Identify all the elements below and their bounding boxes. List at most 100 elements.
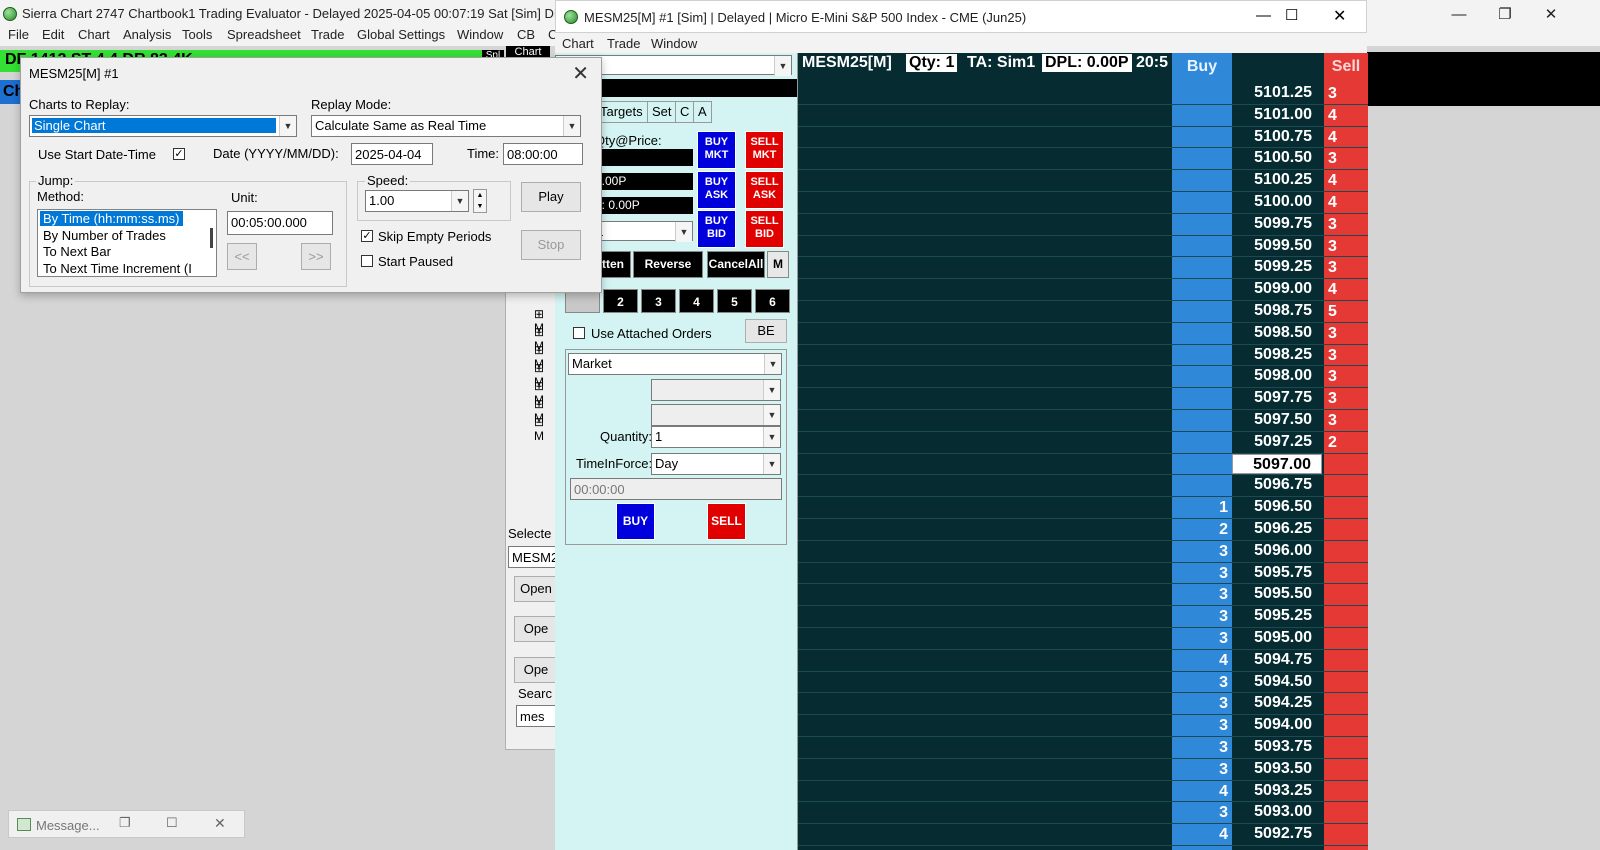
sell-button[interactable]: SELL xyxy=(707,503,746,540)
number-tab-4[interactable]: 4 xyxy=(679,289,714,313)
ladder-row[interactable]: 3 5094.50 xyxy=(798,672,1368,694)
ladder-row[interactable]: 5101.25 3 xyxy=(798,83,1368,105)
time-in-force-select[interactable]: Day ▼ xyxy=(651,453,781,475)
ladder-buy-cell[interactable]: 3 xyxy=(1172,804,1228,822)
maximize-icon[interactable]: ☐ xyxy=(1285,6,1298,24)
use-start-datetime-checkbox[interactable]: ✓ xyxy=(173,148,185,160)
menu-trade[interactable]: Trade xyxy=(311,27,344,42)
menu-tools[interactable]: Tools xyxy=(182,27,212,42)
ladder-buy-cell[interactable]: 3 xyxy=(1172,608,1228,626)
number-tab-6[interactable]: 6 xyxy=(755,289,790,313)
ladder-row[interactable]: 5099.50 3 xyxy=(798,236,1368,258)
dom-menu-trade[interactable]: Trade xyxy=(607,36,640,51)
ladder-sell-cell[interactable]: 4 xyxy=(1328,281,1358,299)
ladder-row[interactable]: 5098.25 3 xyxy=(798,345,1368,367)
list-scrollbar[interactable] xyxy=(210,228,213,248)
dom-menu-window[interactable]: Window xyxy=(651,36,697,51)
ladder-buy-cell[interactable]: 1 xyxy=(1172,499,1228,517)
open-button[interactable]: Ope xyxy=(514,616,558,642)
ladder-buy-cell[interactable]: 3 xyxy=(1172,761,1228,779)
start-date-field[interactable]: 2025-04-04 xyxy=(351,143,433,165)
buy-market-button[interactable]: BUY MKT xyxy=(697,131,736,169)
search-input[interactable]: mes xyxy=(516,705,558,727)
ladder-row[interactable]: 3 5095.00 xyxy=(798,628,1368,650)
open-button[interactable]: Open xyxy=(514,576,558,602)
ladder-row[interactable]: 3 5093.50 xyxy=(798,759,1368,781)
ladder-row[interactable]: 3 5095.75 xyxy=(798,563,1368,585)
minimize-icon[interactable]: — xyxy=(1256,7,1271,24)
jump-back-button[interactable]: << xyxy=(227,243,257,270)
menu-edit[interactable]: Edit xyxy=(42,27,64,42)
ladder-sell-cell[interactable]: 4 xyxy=(1328,107,1358,125)
ladder-row[interactable]: 5098.50 3 xyxy=(798,323,1368,345)
sell-market-button[interactable]: SELL MKT xyxy=(745,131,784,169)
restore-icon[interactable]: ❐ xyxy=(119,815,131,831)
jump-method-list[interactable]: By Time (hh:mm:ss.ms) By Number of Trade… xyxy=(37,209,217,277)
cancel-all-button[interactable]: CancelAll xyxy=(707,251,765,278)
ladder-row[interactable]: 5099.75 3 xyxy=(798,214,1368,236)
play-button[interactable]: Play xyxy=(521,182,581,212)
replay-mode-select[interactable]: Calculate Same as Real Time ▼ xyxy=(311,115,581,137)
number-tab-5[interactable]: 5 xyxy=(717,289,752,313)
m-button[interactable]: M xyxy=(767,251,789,278)
ladder-sell-cell[interactable]: 3 xyxy=(1328,390,1358,408)
speed-select[interactable]: 1.00 ▼ xyxy=(365,190,469,212)
method-to-next-time-increment[interactable]: To Next Time Increment (I xyxy=(40,261,195,276)
ladder-row[interactable]: 5100.25 4 xyxy=(798,170,1368,192)
ladder-sell-cell[interactable]: 3 xyxy=(1328,347,1358,365)
menu-spreadsheet[interactable]: Spreadsheet xyxy=(227,27,301,42)
ladder-row[interactable]: 5098.00 3 xyxy=(798,366,1368,389)
start-time-field[interactable]: 08:00:00 xyxy=(503,143,583,165)
ladder-sell-cell[interactable]: 3 xyxy=(1328,259,1358,277)
ladder-buy-cell[interactable]: 2 xyxy=(1172,521,1228,539)
ladder-sell-cell[interactable]: 3 xyxy=(1328,85,1358,103)
ladder-buy-cell[interactable]: 4 xyxy=(1172,652,1228,670)
ladder-row[interactable]: 5099.25 3 xyxy=(798,257,1368,280)
ladder-buy-cell[interactable]: 4 xyxy=(1172,826,1228,844)
ladder-buy-cell[interactable]: 3 xyxy=(1172,565,1228,583)
ladder-row[interactable]: 1 5096.50 xyxy=(798,497,1368,519)
ladder-sell-cell[interactable]: 2 xyxy=(1328,434,1358,452)
ladder-row[interactable]: 3 5096.00 xyxy=(798,541,1368,563)
dom-menu-chart[interactable]: Chart xyxy=(562,36,594,51)
ladder-sell-cell[interactable]: 3 xyxy=(1328,216,1358,234)
stop-button[interactable]: Stop xyxy=(521,230,581,260)
menu-chart[interactable]: Chart xyxy=(78,27,110,42)
ladder-row[interactable]: 5100.75 4 xyxy=(798,127,1368,149)
breakeven-button[interactable]: BE xyxy=(745,319,787,343)
ladder-buy-cell[interactable]: 3 xyxy=(1172,543,1228,561)
ladder-sell-cell[interactable]: 5 xyxy=(1328,303,1358,321)
speed-spinner-icon[interactable]: ▲ ▼ xyxy=(473,189,487,213)
ladder-row[interactable]: 5097.00 xyxy=(798,453,1368,476)
ladder-row[interactable]: 2 5096.25 xyxy=(798,519,1368,541)
ladder-row[interactable]: 3 5094.25 xyxy=(798,693,1368,716)
order-time-field[interactable]: 00:00:00 xyxy=(570,478,782,500)
tab-a[interactable]: A xyxy=(693,101,712,123)
sell-ask-button[interactable]: SELL ASK xyxy=(745,171,784,209)
ladder-buy-cell[interactable]: 4 xyxy=(1172,783,1228,801)
ladder-sell-cell[interactable]: 3 xyxy=(1328,412,1358,430)
ladder-buy-cell[interactable]: 3 xyxy=(1172,695,1228,713)
reverse-button[interactable]: Reverse xyxy=(633,251,703,278)
ladder-row[interactable]: 5097.75 3 xyxy=(798,388,1368,410)
maximize-icon[interactable]: ☐ xyxy=(166,815,178,831)
ladder-row[interactable]: 5097.25 2 xyxy=(798,432,1368,454)
method-by-time[interactable]: By Time (hh:mm:ss.ms) xyxy=(40,211,183,226)
jump-unit-field[interactable]: 00:05:00.000 xyxy=(227,211,333,235)
menu-window[interactable]: Window xyxy=(457,27,503,42)
ladder-row[interactable]: 3 5095.50 xyxy=(798,584,1368,607)
open-button[interactable]: Ope xyxy=(514,657,558,683)
number-tab-3[interactable]: 3 xyxy=(641,289,676,313)
ladder-row[interactable]: 3 5095.25 xyxy=(798,606,1368,628)
order-type-select[interactable]: Market ▼ xyxy=(568,353,782,375)
ladder-row[interactable]: 5097.50 3 xyxy=(798,410,1368,432)
ladder-sell-cell[interactable]: 4 xyxy=(1328,172,1358,190)
buy-bid-button[interactable]: BUY BID xyxy=(697,210,736,248)
charts-to-replay-select[interactable]: Single Chart ▼ xyxy=(29,115,297,137)
ladder-buy-cell[interactable]: 3 xyxy=(1172,739,1228,757)
start-paused-checkbox[interactable] xyxy=(361,255,373,267)
ladder-sell-cell[interactable]: 4 xyxy=(1328,129,1358,147)
buy-button[interactable]: BUY xyxy=(616,503,655,540)
close-icon[interactable]: ✕ xyxy=(1333,6,1346,26)
skip-empty-periods-checkbox[interactable]: ✓ xyxy=(361,230,373,242)
